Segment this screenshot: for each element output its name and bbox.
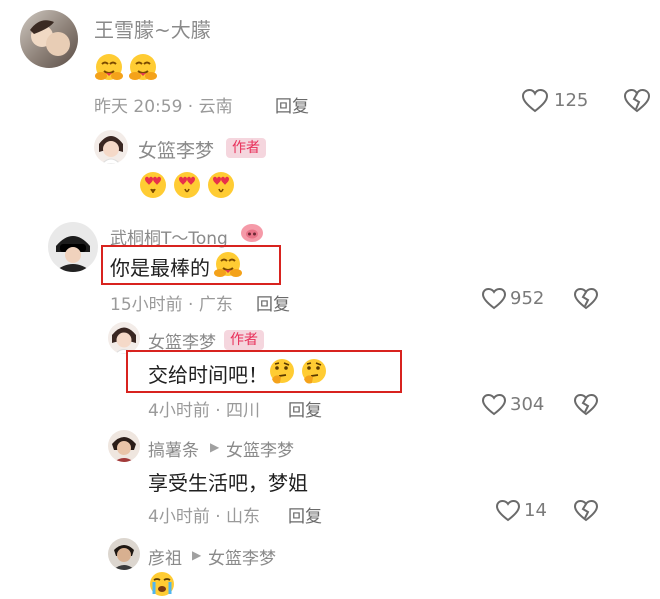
reply-text: 享受生活吧，梦姐	[148, 471, 308, 495]
comment-text: 你是最棒的	[110, 256, 210, 280]
heart-eyes-emoji	[206, 170, 236, 200]
reply-to-name[interactable]: 女篮李梦	[208, 544, 276, 569]
dislike-broken-heart-icon[interactable]	[574, 394, 598, 416]
heart-eyes-emoji	[138, 170, 168, 200]
like-button[interactable]: 304	[482, 393, 552, 419]
pig-nose-icon	[240, 222, 264, 244]
reply-button[interactable]: 回复	[256, 290, 290, 315]
avatar-image	[112, 437, 136, 462]
reply-arrow-icon: ▶	[210, 440, 220, 454]
heart-icon	[482, 394, 506, 416]
author-badge: 作者	[224, 330, 264, 350]
thinking-emoji	[300, 357, 328, 385]
avatar[interactable]	[48, 222, 98, 272]
hug-emoji	[128, 52, 158, 82]
dislike-broken-heart-icon[interactable]	[624, 89, 650, 113]
reply-time-location: 4小时前 · 山东	[148, 507, 261, 527]
thinking-emoji	[268, 357, 296, 385]
reply-button[interactable]: 回复	[288, 502, 322, 527]
heart-icon	[482, 288, 506, 310]
hug-emoji	[94, 52, 124, 82]
crying-emoji	[148, 570, 176, 598]
like-button[interactable]: 952	[482, 287, 552, 313]
dislike-broken-heart-icon[interactable]	[574, 500, 598, 522]
like-button[interactable]: 14	[496, 499, 556, 525]
like-count: 952	[510, 288, 545, 309]
heart-eyes-emoji	[172, 170, 202, 200]
reply-button[interactable]: 回复	[288, 396, 322, 421]
avatar[interactable]	[20, 10, 78, 68]
comment-time-location: 15小时前 · 广东	[110, 295, 233, 315]
dislike-broken-heart-icon[interactable]	[574, 288, 598, 310]
avatar-image	[113, 545, 135, 570]
avatar-image	[99, 136, 123, 164]
avatar-image	[30, 20, 70, 56]
like-button[interactable]: 125	[522, 88, 592, 116]
reply-author-name[interactable]: 搞薯条	[148, 436, 199, 461]
reply-button[interactable]: 回复	[275, 92, 309, 117]
reply-to-name[interactable]: 女篮李梦	[226, 436, 294, 461]
hug-emoji	[214, 250, 242, 278]
heart-icon	[496, 500, 520, 522]
avatar-image	[54, 236, 92, 272]
heart-icon	[522, 89, 548, 113]
like-count: 125	[554, 90, 589, 111]
avatar[interactable]	[108, 538, 140, 570]
reply-time-location: 4小时前 · 四川	[148, 401, 261, 421]
comment-time-location: 昨天 20:59 · 云南	[94, 97, 233, 117]
like-count: 14	[524, 500, 547, 521]
avatar[interactable]	[108, 430, 140, 462]
like-count: 304	[510, 394, 545, 415]
author-badge: 作者	[226, 138, 266, 158]
reply-text: 交给时间吧！	[148, 363, 268, 387]
reply-author-name[interactable]: 彦祖	[148, 544, 182, 569]
commenter-name[interactable]: 王雪朦~大朦	[94, 14, 211, 43]
reply-arrow-icon: ▶	[192, 548, 202, 562]
reply-author-name[interactable]: 女篮李梦	[138, 136, 214, 163]
avatar[interactable]	[94, 130, 128, 164]
